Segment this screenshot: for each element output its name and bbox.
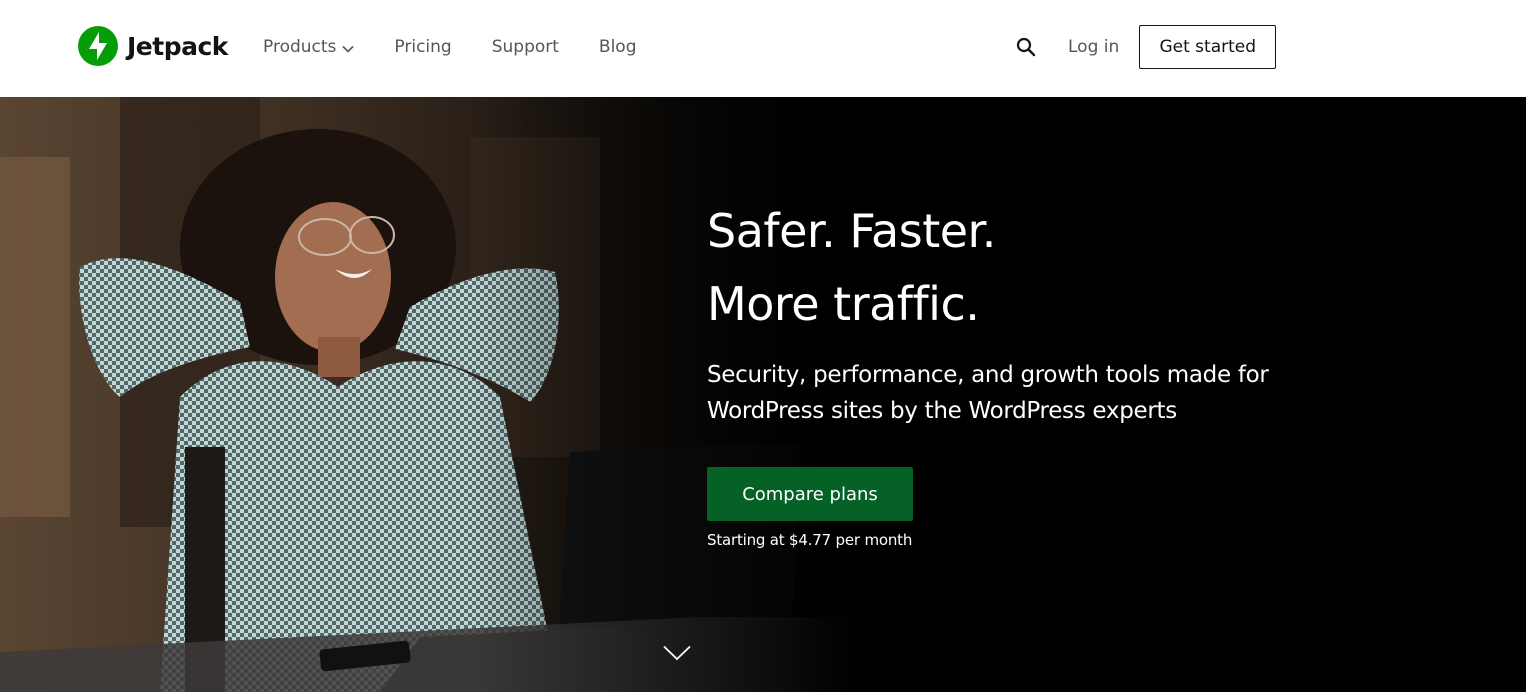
chevron-down-icon: [342, 45, 354, 53]
get-started-button[interactable]: Get started: [1139, 25, 1277, 69]
nav-support[interactable]: Support: [492, 36, 559, 58]
hero-title-line-2: More traffic.: [707, 277, 980, 331]
nav-products[interactable]: Products: [263, 36, 354, 58]
main-nav: Products Pricing Support Blog: [263, 36, 677, 58]
hero-title-line-1: Safer. Faster.: [707, 204, 996, 258]
nav-blog[interactable]: Blog: [599, 36, 637, 58]
hero-section: Safer. Faster. More traffic. Security, p…: [0, 97, 1526, 692]
search-icon[interactable]: [1016, 37, 1036, 57]
site-header: Jetpack Products Pricing Support Blog Lo…: [0, 0, 1526, 97]
jetpack-bolt-icon: [78, 26, 118, 66]
nav-pricing[interactable]: Pricing: [394, 36, 451, 58]
hero-title: Safer. Faster. More traffic.: [707, 195, 1347, 341]
hero-subtitle: Security, performance, and growth tools …: [707, 362, 1269, 424]
scroll-down-chevron-icon[interactable]: [663, 645, 691, 661]
nav-products-label: Products: [263, 37, 337, 57]
login-link[interactable]: Log in: [1068, 37, 1119, 57]
logo-text: Jetpack: [127, 31, 228, 61]
compare-plans-button[interactable]: Compare plans: [707, 467, 913, 521]
price-note: Starting at $4.77 per month: [707, 531, 913, 549]
header-actions: Log in Get started: [1016, 25, 1277, 69]
jetpack-logo[interactable]: Jetpack: [78, 26, 228, 66]
